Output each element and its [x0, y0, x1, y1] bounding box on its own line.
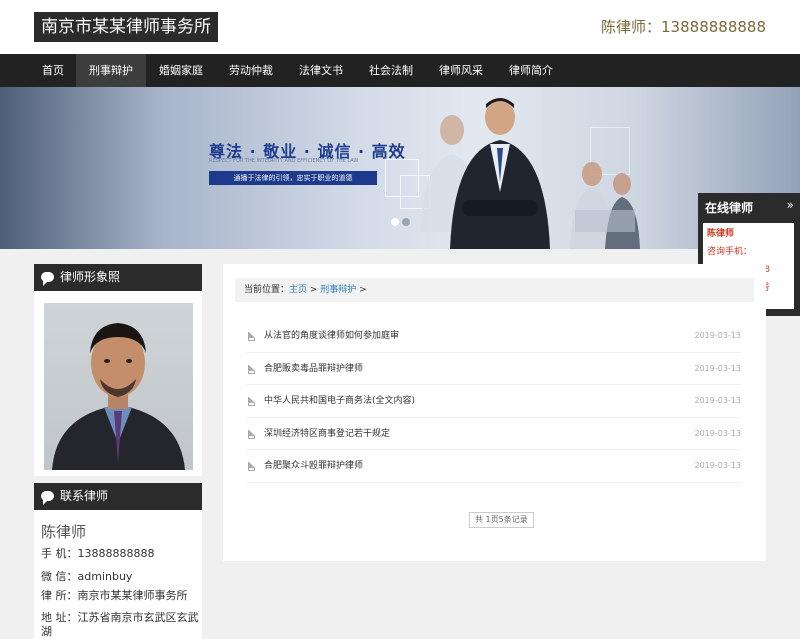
- online-lawyer-title: 在线律师: [705, 201, 754, 215]
- article-title[interactable]: 合肥聚众斗殴罪辩护律师: [264, 450, 363, 482]
- breadcrumb-current[interactable]: 刑事辩护: [320, 285, 356, 295]
- breadcrumb-end: >: [356, 285, 367, 295]
- article-date: 2019-03-13: [694, 428, 742, 438]
- list-item[interactable]: 中华人民共和国电子商务法(全文内容) 2019-03-13: [247, 385, 741, 418]
- chat-icon: [41, 491, 54, 505]
- online-lawyer-phone-label: 咨询手机：: [707, 247, 753, 257]
- nav-item-labor[interactable]: 劳动仲裁: [216, 54, 286, 87]
- nav-item-lawyer-style[interactable]: 律师风采: [426, 54, 496, 87]
- document-icon: [248, 364, 255, 374]
- article-title[interactable]: 中华人民共和国电子商务法(全文内容): [264, 385, 415, 417]
- banner-people-image: [420, 98, 640, 249]
- list-item[interactable]: 合肥聚众斗殴罪辩护律师 2019-03-13: [247, 450, 741, 483]
- document-icon: [248, 332, 255, 341]
- contact-wechat: 微 信：adminbuy: [41, 570, 133, 583]
- list-item[interactable]: 深圳经济特区商事登记若干规定 2019-03-13: [247, 418, 742, 450]
- list-item[interactable]: 合肥贩卖毒品罪辩护律师 2019-03-13: [247, 353, 742, 385]
- header: 南京市某某律师事务所 陈律师：13888888888: [0, 0, 800, 54]
- banner-dot-1[interactable]: [391, 218, 399, 226]
- main-nav: 首页 刑事辩护 婚姻家庭 劳动仲裁 法律文书 社会法制 律师风采 律师简介: [0, 54, 800, 87]
- article-title[interactable]: 从法官的角度谈律师如何参加庭审: [264, 320, 399, 352]
- breadcrumb-sep: >: [307, 285, 321, 295]
- lawyer-photo: [44, 303, 193, 470]
- nav-item-home[interactable]: 首页: [30, 54, 76, 87]
- breadcrumb-prefix: 当前位置：: [244, 285, 290, 295]
- contact-name: 陈律师: [41, 523, 87, 541]
- article-title[interactable]: 深圳经济特区商事登记若干规定: [264, 418, 390, 450]
- contact-firm: 律 所：南京市某某律师事务所: [41, 589, 188, 602]
- online-lawyer-name: 陈律师: [707, 229, 735, 239]
- article-date: 2019-03-13: [694, 331, 742, 340]
- nav-item-documents[interactable]: 法律文书: [286, 54, 356, 87]
- contact-box: 联系律师 陈律师 手 机：13888888888 微 信：adminbuy 律 …: [34, 483, 202, 639]
- article-date: 2019-03-13: [694, 396, 742, 405]
- article-list: 从法官的角度谈律师如何参加庭审 2019-03-13 合肥贩卖毒品罪辩护律师 201…: [247, 320, 741, 483]
- banner-dot-2[interactable]: [402, 218, 410, 226]
- chat-icon: [41, 272, 54, 286]
- list-item[interactable]: 从法官的角度谈律师如何参加庭审 2019-03-13: [247, 320, 741, 353]
- breadcrumb: 当前位置：主页 > 刑事辩护 >: [235, 278, 754, 302]
- nav-item-criminal-defense[interactable]: 刑事辩护: [76, 54, 146, 87]
- lawyer-portrait-image: [52, 323, 185, 470]
- nav-item-society[interactable]: 社会法制: [356, 54, 426, 87]
- breadcrumb-home[interactable]: 主页: [289, 285, 307, 295]
- article-date: 2019-03-13: [694, 363, 742, 373]
- banner-subtitle: RESPECT FOR THE INTEGRITY AND EFFICIENCY…: [209, 158, 359, 164]
- contact-address-cont: 湖: [41, 625, 52, 638]
- contact-title-text: 联系律师: [60, 489, 109, 503]
- contact-address: 地 址：江苏省南京市玄武区玄武: [41, 611, 199, 624]
- lawyer-photo-title: 律师形象照: [34, 264, 202, 291]
- document-icon: [248, 462, 255, 471]
- article-title[interactable]: 合肥贩卖毒品罪辩护律师: [264, 353, 363, 385]
- collapse-icon[interactable]: »: [787, 198, 794, 212]
- document-icon: [248, 397, 255, 406]
- contact-phone: 手 机：13888888888: [41, 547, 155, 560]
- contact-title: 联系律师: [34, 483, 202, 510]
- site-logo[interactable]: 南京市某某律师事务所: [34, 12, 218, 42]
- lawyer-photo-title-text: 律师形象照: [60, 270, 121, 284]
- hotline: 陈律师：13888888888: [601, 18, 766, 36]
- nav-item-family[interactable]: 婚姻家庭: [146, 54, 216, 87]
- banner-bar: 通播于法律的引领，忠实于职业的道德: [209, 171, 377, 185]
- article-list-panel: 当前位置：主页 > 刑事辩护 > 从法官的角度谈律师如何参加庭审 2019-03-…: [223, 264, 766, 561]
- nav-item-lawyer-profile[interactable]: 律师简介: [496, 54, 566, 87]
- pagination-info: 共 1页5条记录: [469, 512, 534, 528]
- article-date: 2019-03-13: [694, 461, 742, 470]
- document-icon: [248, 429, 255, 439]
- lawyer-photo-box: 律师形象照: [34, 264, 202, 476]
- banner[interactable]: 尊法 · 敬业 · 诚信 · 高效 RESPECT FOR THE INTEGR…: [0, 87, 800, 249]
